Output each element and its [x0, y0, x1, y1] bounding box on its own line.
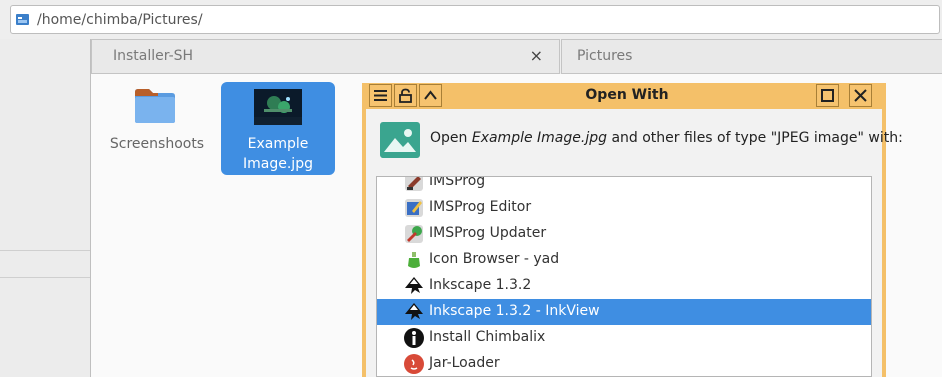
file-name-line1: Example [247, 136, 309, 152]
file-item-example-image[interactable]: Example Image.jpg [221, 82, 335, 175]
imsprog-icon [405, 177, 423, 191]
close-icon [854, 89, 867, 102]
open-with-dialog: Open With Open Example Image.jpg and oth… [362, 83, 903, 377]
imsprog-updater-icon [405, 225, 423, 243]
file-item-screenshoots[interactable]: Screenshoots [101, 82, 213, 174]
window-menu-button[interactable] [369, 84, 392, 107]
list-item-imsprog-editor[interactable]: IMSProg Editor [377, 195, 871, 221]
lock-icon [399, 88, 412, 103]
app-label: Jar-Loader [429, 355, 500, 371]
open-with-prompt: Open Example Image.jpg and other files o… [430, 130, 903, 146]
list-item-imsprog-updater[interactable]: IMSProg Updater [377, 221, 871, 247]
sidebar [0, 39, 90, 377]
sidebar-divider [0, 277, 90, 278]
dialog-titlebar[interactable]: Open With [362, 83, 886, 109]
image-thumbnail [254, 89, 302, 125]
tab-label: Installer-SH [113, 48, 194, 64]
app-label: IMSProg Editor [429, 199, 532, 215]
app-label: Inkscape 1.3.2 - InkView [429, 303, 600, 319]
application-list[interactable]: IMSProg IMSProg Editor IMSProg Updater I… [376, 176, 872, 377]
address-bar[interactable]: /home/chimba/Pictures/ [10, 5, 940, 34]
tab-pictures[interactable]: Pictures [561, 39, 942, 74]
keep-on-top-button[interactable] [394, 84, 417, 107]
inkscape-icon [405, 277, 423, 294]
image-file-icon [380, 122, 420, 158]
list-item-inkview[interactable]: Inkscape 1.3.2 - InkView [377, 299, 871, 325]
app-label: Inkscape 1.3.2 [429, 277, 532, 293]
close-button[interactable] [849, 84, 872, 107]
info-icon [404, 328, 424, 348]
file-name-line2: Image.jpg [243, 156, 313, 172]
icon-browser-icon [408, 252, 420, 268]
app-label: Install Chimbalix [429, 329, 546, 345]
folder-location-icon [16, 14, 29, 25]
menu-icon [374, 90, 387, 101]
list-item-jar-loader[interactable]: Jar-Loader [377, 351, 871, 376]
maximize-icon [821, 89, 834, 102]
tab-label: Pictures [577, 48, 633, 64]
dialog-body: Open Example Image.jpg and other files o… [366, 109, 903, 377]
shade-button[interactable] [419, 84, 442, 107]
sidebar-divider [0, 250, 90, 251]
app-label: Icon Browser - yad [429, 251, 560, 267]
chevron-up-icon [424, 90, 437, 100]
list-item-imsprog[interactable]: IMSProg [377, 176, 871, 195]
tab-installer-sh[interactable]: Installer-SH × [91, 39, 560, 74]
inkview-icon [405, 303, 423, 320]
app-label: IMSProg [429, 176, 486, 189]
list-item-inkscape[interactable]: Inkscape 1.3.2 [377, 273, 871, 299]
prompt-text: and other files of type "JPEG image" wit… [607, 130, 903, 146]
file-name: Screenshoots [109, 136, 205, 152]
prompt-filename: Example Image.jpg [471, 130, 607, 146]
address-path: /home/chimba/Pictures/ [37, 12, 203, 28]
list-item-icon-browser[interactable]: Icon Browser - yad [377, 247, 871, 273]
app-label: IMSProg Updater [429, 225, 547, 241]
list-item-install-chimbalix[interactable]: Install Chimbalix [377, 325, 871, 351]
dialog-title: Open With [585, 87, 669, 103]
maximize-button[interactable] [816, 84, 839, 107]
java-icon [404, 354, 424, 374]
close-tab-icon[interactable]: × [530, 46, 543, 65]
folder-icon [135, 89, 175, 123]
imsprog-editor-icon [405, 199, 423, 217]
prompt-text: Open [430, 130, 472, 146]
